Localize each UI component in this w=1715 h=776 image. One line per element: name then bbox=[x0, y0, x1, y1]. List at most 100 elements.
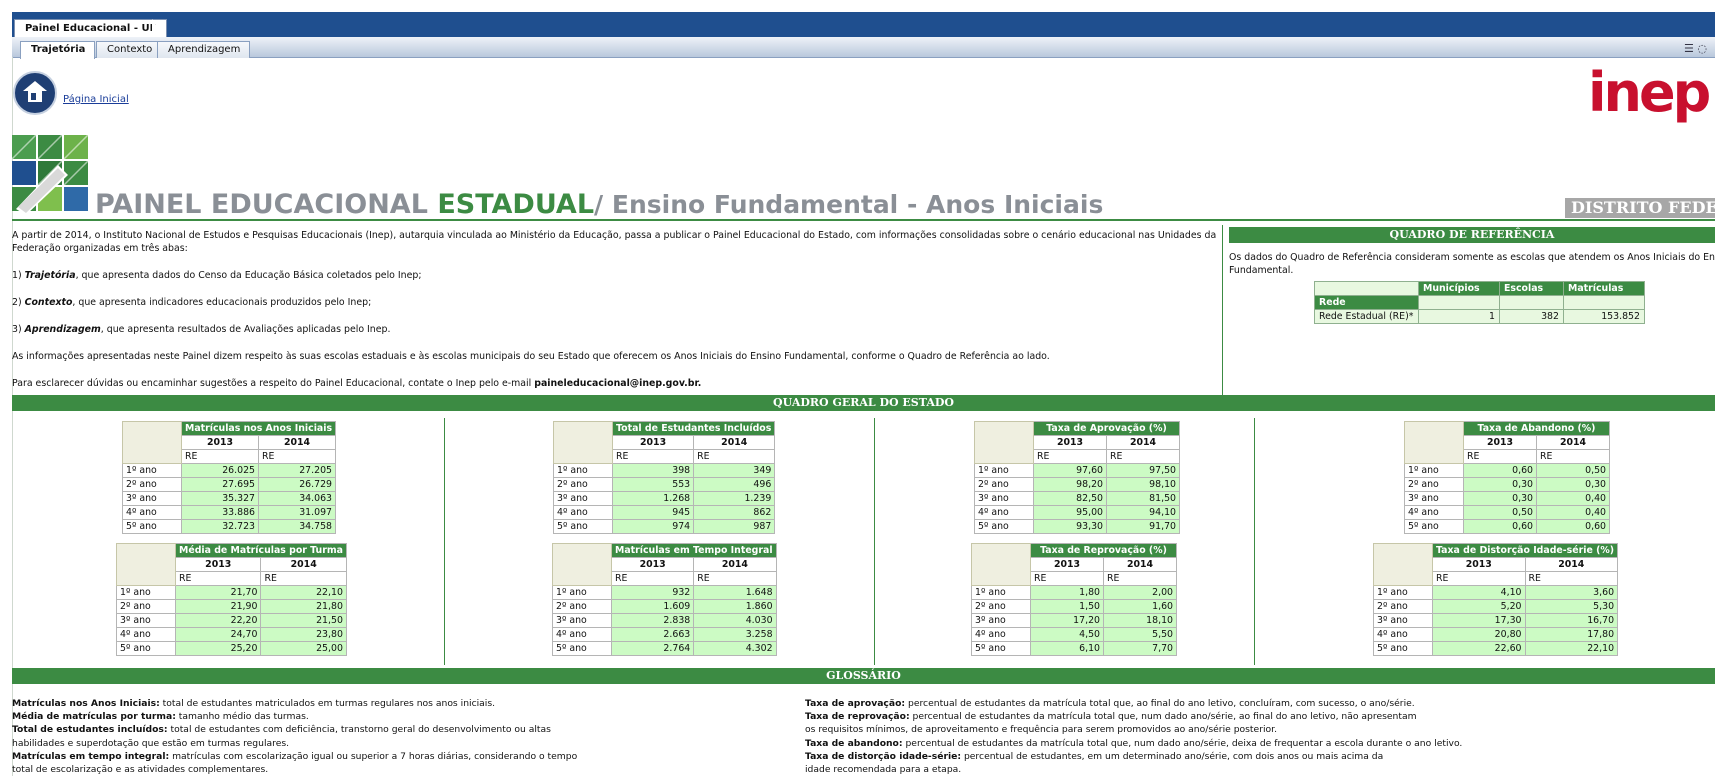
table-title: Taxa de Distorção Idade-série (%) bbox=[1431, 543, 1619, 558]
row-label: 1º ano bbox=[552, 585, 612, 600]
value-cell: 32.723 bbox=[180, 519, 260, 534]
glossary-item: Taxa de reprovação: percentual de estuda… bbox=[805, 711, 1417, 723]
year-header: 2013 bbox=[1463, 435, 1537, 450]
value-cell: 0,30 bbox=[1463, 477, 1537, 492]
value-cell: 2.838 bbox=[610, 613, 695, 628]
row-label: 5º ano bbox=[122, 519, 182, 534]
header-divider bbox=[12, 219, 1715, 221]
brand-part1: PAINEL EDUCACIONAL bbox=[95, 189, 438, 220]
row-label: 2º ano bbox=[974, 477, 1034, 492]
intro-divider bbox=[1222, 225, 1223, 395]
table-taxa-distorcao: Taxa de Distorção Idade-série (%) 2013 201… bbox=[1373, 543, 1619, 656]
glossary-item: Taxa de abandono: percentual de estudant… bbox=[805, 737, 1463, 749]
table-row: 5º ano 974 987 bbox=[553, 519, 776, 534]
value-cell: 5,50 bbox=[1103, 627, 1177, 642]
row-label: 3º ano bbox=[1404, 491, 1464, 506]
table-corner bbox=[553, 421, 613, 464]
year-header: 2014 bbox=[1524, 557, 1619, 572]
network-label: RE bbox=[174, 571, 262, 586]
value-cell: 4.030 bbox=[693, 613, 777, 628]
year-header: 2014 bbox=[260, 557, 347, 572]
table-row: 2º ano 553 496 bbox=[553, 477, 776, 492]
value-cell: 7,70 bbox=[1103, 641, 1177, 656]
network-label: RE bbox=[1463, 449, 1537, 464]
contact-email[interactable]: paineleducacional@inep.gov.br. bbox=[534, 378, 701, 389]
value-cell: 27.695 bbox=[180, 477, 260, 492]
table-row: 2º ano 21,90 21,80 bbox=[116, 599, 347, 614]
column-divider bbox=[874, 418, 875, 665]
reference-title: QUADRO DE REFERÊNCIA bbox=[1229, 227, 1715, 243]
value-cell: 98,10 bbox=[1106, 477, 1180, 492]
value-cell: 25,00 bbox=[260, 641, 347, 656]
table-row: 3º ano 35.327 34.063 bbox=[122, 491, 337, 506]
value-cell: 4,50 bbox=[1030, 627, 1104, 642]
reference-col-matriculas: Matrículas bbox=[1563, 281, 1645, 296]
value-cell: 1.268 bbox=[611, 491, 695, 506]
table-row: 4º ano 4,50 5,50 bbox=[971, 627, 1177, 642]
row-label: 4º ano bbox=[974, 505, 1034, 520]
table-row: 2º ano 1,50 1,60 bbox=[971, 599, 1177, 614]
value-cell: 16,70 bbox=[1524, 613, 1619, 628]
reference-corner bbox=[1314, 281, 1419, 296]
row-label: 1º ano bbox=[116, 585, 176, 600]
row-label: 2º ano bbox=[1373, 599, 1433, 614]
network-label: RE bbox=[1103, 571, 1177, 586]
tab-aprendizagem[interactable]: Aprendizagem bbox=[157, 41, 251, 58]
network-label: RE bbox=[180, 449, 260, 464]
row-label: 4º ano bbox=[553, 505, 613, 520]
table-taxa-aprovacao: Taxa de Aprovação (%) 2013 2014 RE RE 1º ano 9… bbox=[974, 421, 1180, 534]
inep-logo: inep bbox=[1588, 61, 1711, 124]
value-cell: 21,80 bbox=[260, 599, 347, 614]
table-row: 1º ano 398 349 bbox=[553, 463, 776, 478]
glossary-item-cont: idade recomendada para a etapa. bbox=[805, 764, 962, 776]
value-cell: 6,10 bbox=[1030, 641, 1104, 656]
row-label: 4º ano bbox=[116, 627, 176, 642]
glossary-item-cont: os requisitos mínimos, de aproveitamento… bbox=[805, 724, 1277, 736]
network-label: RE bbox=[1106, 449, 1180, 464]
tab-bar bbox=[12, 37, 1715, 58]
table-row: 2º ano 5,20 5,30 bbox=[1373, 599, 1619, 614]
table-row: 3º ano 22,20 21,50 bbox=[116, 613, 347, 628]
table-corner bbox=[1373, 543, 1433, 586]
home-link[interactable]: Página Inicial bbox=[63, 94, 129, 105]
table-row: 5º ano 6,10 7,70 bbox=[971, 641, 1177, 656]
value-cell: 17,80 bbox=[1524, 627, 1619, 642]
table-matriculas-tempo-integral: Matrículas em Tempo Integral 2013 2014 RE RE… bbox=[552, 543, 777, 656]
value-cell: 0,40 bbox=[1536, 505, 1610, 520]
network-label: RE bbox=[1030, 571, 1104, 586]
table-title: Total de Estudantes Incluídos bbox=[611, 421, 776, 436]
glossary-item: Matrículas em tempo integral: matrículas… bbox=[12, 750, 578, 762]
glossary-left: Matrículas nos Anos Iniciais: total de e… bbox=[12, 697, 577, 776]
value-cell: 27.205 bbox=[258, 463, 337, 478]
value-cell: 2,00 bbox=[1103, 585, 1177, 600]
intro-text: A partir de 2014, o Instituto Nacional d… bbox=[12, 229, 1217, 404]
value-cell: 1.648 bbox=[693, 585, 777, 600]
row-label: 5º ano bbox=[552, 641, 612, 656]
tab-trajetoria[interactable]: Trajetória bbox=[20, 41, 96, 59]
value-cell: 5,20 bbox=[1432, 599, 1526, 614]
row-label: 5º ano bbox=[116, 641, 176, 656]
year-header: 2013 bbox=[611, 435, 695, 450]
value-cell: 26.729 bbox=[258, 477, 337, 492]
network-label: RE bbox=[693, 449, 776, 464]
table-row: 4º ano 20,80 17,80 bbox=[1373, 627, 1619, 642]
tab-contexto[interactable]: Contexto bbox=[96, 41, 163, 58]
value-cell: 21,90 bbox=[174, 599, 262, 614]
value-cell: 18,10 bbox=[1103, 613, 1177, 628]
table-title: Matrículas nos Anos Iniciais bbox=[180, 421, 337, 436]
table-row: 2º ano 98,20 98,10 bbox=[974, 477, 1180, 492]
home-icon-door bbox=[31, 93, 36, 100]
row-label: 2º ano bbox=[552, 599, 612, 614]
value-cell: 0,60 bbox=[1463, 463, 1537, 478]
row-label: 1º ano bbox=[974, 463, 1034, 478]
value-cell: 932 bbox=[610, 585, 695, 600]
reference-row-header: Rede bbox=[1314, 295, 1419, 310]
year-header: 2014 bbox=[1536, 435, 1610, 450]
value-cell: 21,50 bbox=[260, 613, 347, 628]
table-title: Taxa de Abandono (%) bbox=[1463, 421, 1610, 436]
network-label: RE bbox=[1432, 571, 1526, 586]
row-label: 3º ano bbox=[122, 491, 182, 506]
value-cell: 17,30 bbox=[1432, 613, 1526, 628]
app-tab[interactable]: Painel Educacional - UF bbox=[14, 19, 168, 37]
toolbar-menu-icon[interactable]: ☰ ◌ bbox=[1684, 42, 1707, 55]
